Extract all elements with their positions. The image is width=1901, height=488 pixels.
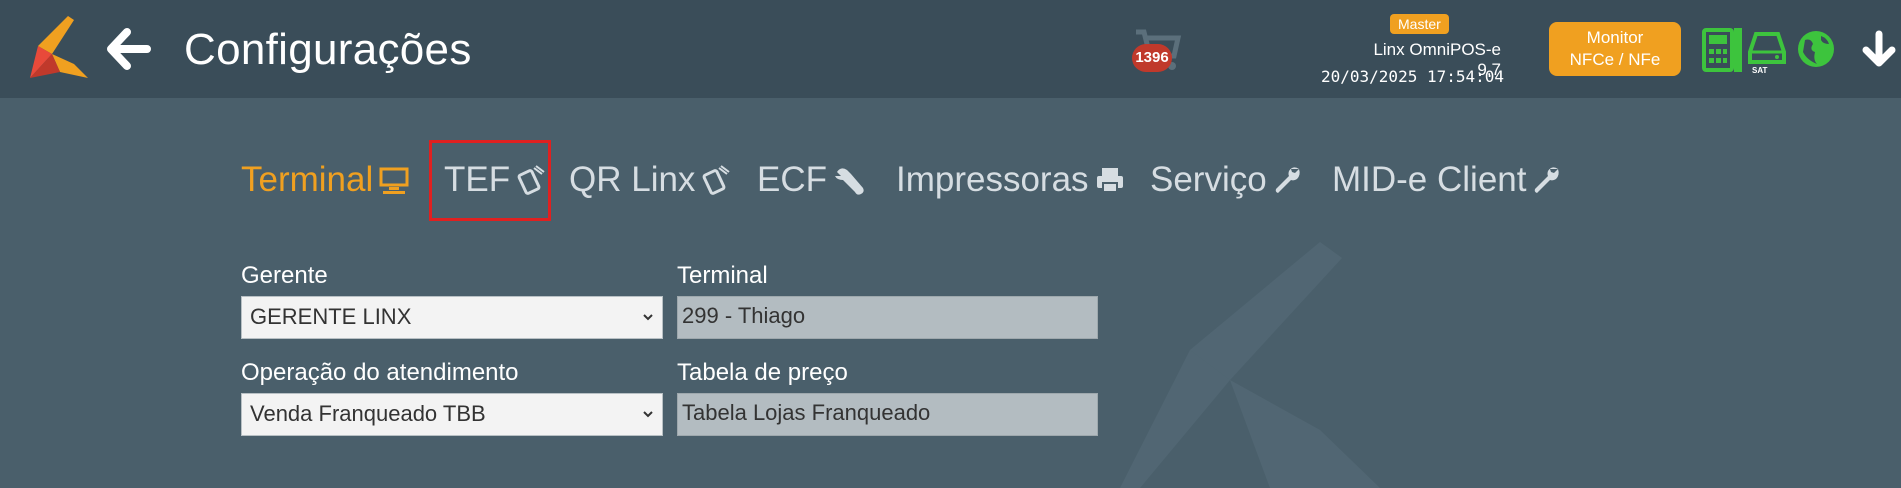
globe-icon[interactable] [1797,30,1835,68]
wrench-icon [1275,167,1300,193]
card-payment-icon [517,165,545,195]
back-arrow-icon[interactable] [105,28,151,70]
tab-impressoras-label: Impressoras [896,160,1089,199]
card-payment-icon [703,165,731,195]
tab-ecf-label: ECF [757,160,827,199]
monitor-nfce-button[interactable]: Monitor NFCe / NFe [1549,22,1681,76]
tab-mid-e-client[interactable]: MID-e Client [1332,150,1562,210]
tab-qr-linx-label: QR Linx [569,160,696,199]
tabela-field: Tabela Lojas Franqueado [677,393,1098,436]
wrench-icon [1535,167,1560,193]
monitor-button-line1: Monitor [1586,28,1644,47]
tab-servico-label: Serviço [1150,160,1267,199]
cart-count-badge: 1396 [1132,44,1172,72]
page-title: Configurações [184,25,472,74]
terminal-field: 299 - Thiago [677,296,1098,339]
operacao-select[interactable]: Venda Franqueado TBB [241,393,663,436]
tab-mid-e-client-label: MID-e Client [1332,160,1527,199]
role-badge: Master [1390,14,1449,34]
gerente-value: GERENTE LINX [250,304,412,329]
svg-text:SAT: SAT [1752,66,1768,74]
chevron-down-icon [643,314,653,321]
tab-tef[interactable]: TEF [444,150,546,210]
tab-tef-label: TEF [444,160,511,199]
tab-impressoras[interactable]: Impressoras [896,150,1125,210]
app-header: Configurações 1396 Master Linx OmniPOS-e… [0,0,1901,98]
datetime: 20/03/2025 17:54:04 [1321,67,1505,86]
arrow-down-icon[interactable] [1862,30,1896,68]
tab-ecf[interactable]: ECF [757,150,869,210]
monitor-button-line2: NFCe / NFe [1569,50,1661,69]
operacao-value: Venda Franqueado TBB [250,401,486,426]
tab-servico[interactable]: Serviço [1150,150,1303,210]
desktop-icon [379,167,409,194]
gerente-label: Gerente [241,262,328,289]
terminal-label: Terminal [677,262,768,289]
tab-qr-linx[interactable]: QR Linx [569,150,731,210]
printer-icon [1096,168,1123,193]
status-bar-icon [1734,28,1742,72]
gerente-select[interactable]: GERENTE LINX [241,296,663,339]
operacao-label: Operação do atendimento [241,359,519,386]
tab-terminal-label: Terminal [241,160,374,199]
wrench-icon [835,168,864,195]
tabela-label: Tabela de preço [677,359,848,386]
tab-terminal[interactable]: Terminal [241,150,409,210]
sat-icon[interactable]: SAT [1748,30,1786,74]
linx-logo [30,16,88,78]
logo-watermark [1120,242,1380,488]
chevron-down-icon [643,411,653,418]
calculator-icon[interactable] [1702,28,1734,72]
